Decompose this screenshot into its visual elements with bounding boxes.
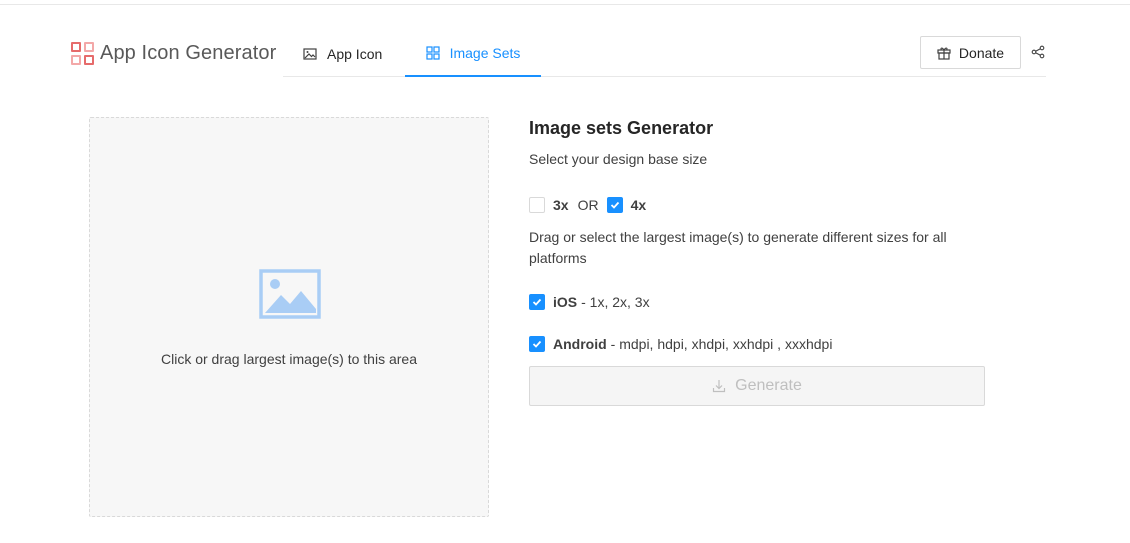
base-size-row: 3x OR 4x [529, 196, 646, 214]
checkbox-3x[interactable] [529, 197, 545, 213]
picture-icon [303, 47, 317, 61]
generate-button[interactable]: Generate [529, 366, 985, 406]
upload-dropzone[interactable]: Click or drag largest image(s) to this a… [89, 117, 489, 517]
platform-android[interactable]: Android - mdpi, hdpi, xhdpi, xxhdpi , xx… [529, 336, 832, 352]
or-label: OR [577, 197, 599, 213]
tab-image-sets-label: Image Sets [449, 44, 521, 61]
checkbox-android[interactable] [529, 336, 545, 352]
platform-android-sizes: - mdpi, hdpi, xhdpi, xxhdpi , xxxhdpi [610, 336, 833, 352]
generate-label: Generate [735, 377, 802, 394]
download-icon [712, 379, 726, 393]
donate-button[interactable]: Donate [920, 36, 1021, 69]
image-placeholder-icon [259, 269, 321, 319]
base-3x-label: 3x [553, 197, 569, 213]
panel-title: Image sets Generator [529, 118, 714, 138]
platform-ios[interactable]: iOS - 1x, 2x, 3x [529, 294, 650, 310]
grid-logo-icon [71, 42, 94, 65]
tab-app-icon-label: App Icon [327, 45, 383, 62]
tab-image-sets[interactable]: Image Sets [405, 30, 541, 77]
appstore-icon [425, 45, 440, 60]
platform-android-name: Android [553, 336, 607, 352]
platform-ios-name: iOS [553, 294, 578, 310]
brand-title: App Icon Generator [100, 41, 277, 64]
donate-label: Donate [958, 44, 1005, 61]
base-4x-label: 4x [630, 197, 647, 213]
check-icon [610, 201, 619, 209]
tab-app-icon[interactable]: App Icon [303, 30, 382, 77]
brand: App Icon Generator [71, 41, 277, 65]
panel-description: Drag or select the largest image(s) to g… [529, 229, 947, 266]
checkbox-4x[interactable] [606, 197, 623, 213]
share-icon[interactable] [1031, 45, 1045, 59]
check-icon [532, 298, 542, 306]
top-divider [0, 4, 1130, 5]
platform-ios-sizes: - 1x, 2x, 3x [581, 294, 650, 310]
gift-icon [937, 46, 951, 60]
dropzone-hint: Click or drag largest image(s) to this a… [161, 351, 417, 367]
check-icon [532, 340, 542, 348]
checkbox-ios[interactable] [529, 294, 545, 310]
panel-subtitle: Select your design base size [529, 151, 708, 167]
